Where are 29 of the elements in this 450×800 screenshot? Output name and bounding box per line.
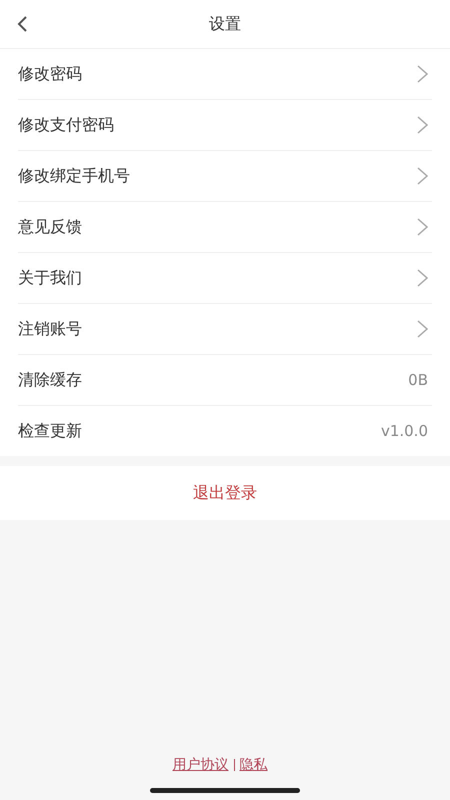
back-icon[interactable] (16, 15, 28, 33)
chevron-icon (417, 116, 428, 134)
chevron-icon (417, 320, 428, 338)
row-label: 修改密码 (18, 64, 82, 84)
settings-row[interactable]: 检查更新 v1.0.0 (18, 406, 432, 456)
settings-row[interactable]: 修改密码 (18, 49, 432, 100)
settings-row[interactable]: 修改支付密码 (18, 100, 432, 151)
chevron-icon (417, 218, 428, 236)
logout-button[interactable]: 退出登录 (0, 466, 450, 520)
row-label: 意见反馈 (18, 216, 82, 238)
settings-row[interactable]: 关于我们 (18, 253, 432, 304)
chevron-icon (417, 65, 428, 83)
settings-row[interactable]: 清除缓存 0B (18, 355, 432, 406)
row-label: 修改绑定手机号 (18, 166, 130, 186)
settings-row[interactable]: 注销账号 (18, 304, 432, 355)
page-title: 设置 (209, 14, 241, 34)
chevron-icon (417, 167, 428, 185)
row-value: 0B (408, 371, 428, 389)
footer-link[interactable]: 隐私 (240, 756, 268, 774)
row-label: 检查更新 (18, 420, 82, 442)
settings-row[interactable]: 修改绑定手机号 (18, 151, 432, 202)
chevron-icon (417, 269, 428, 287)
settings-row[interactable]: 意见反馈 (18, 202, 432, 253)
row-label: 注销账号 (18, 318, 82, 340)
row-label: 清除缓存 (18, 370, 82, 390)
row-label: 修改支付密码 (18, 114, 114, 136)
footer-link[interactable]: 用户协议 (172, 756, 228, 774)
row-label: 关于我们 (18, 268, 82, 288)
row-value: v1.0.0 (380, 422, 428, 440)
